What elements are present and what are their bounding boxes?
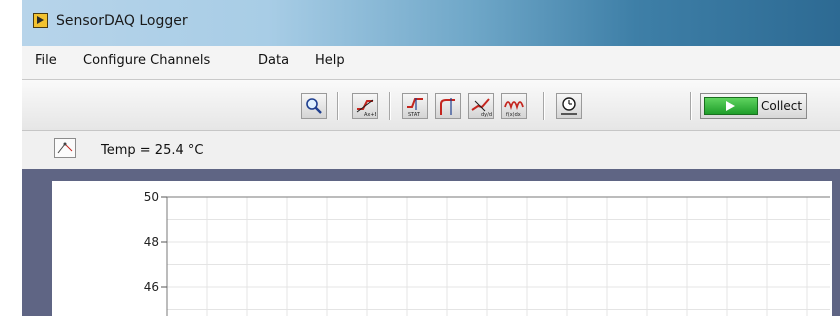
tangent-icon	[440, 98, 455, 115]
y-tick-label: 48	[144, 235, 159, 249]
temperature-graph[interactable]: 50 48 46	[52, 181, 832, 316]
sensor-status-bar: Temp = 25.4 °C	[22, 131, 840, 169]
svg-text:STAT: STAT	[408, 112, 421, 117]
collect-button[interactable]: Collect	[700, 93, 807, 119]
integral-button[interactable]: f(x)dx	[501, 93, 527, 119]
data-collection-button[interactable]	[556, 93, 582, 119]
statistics-button[interactable]: STAT	[402, 93, 428, 119]
svg-text:Ax+B: Ax+B	[364, 112, 376, 117]
tangent-button[interactable]	[435, 93, 461, 119]
menu-file[interactable]: File	[35, 53, 57, 68]
app-window: SensorDAQ Logger File Configure Channels…	[22, 0, 840, 316]
sensor-meter-icon[interactable]	[54, 138, 76, 158]
statistics-icon: STAT	[407, 98, 423, 117]
temperature-readout: Temp = 25.4 °C	[101, 143, 204, 158]
app-icon	[33, 13, 48, 28]
zoom-button[interactable]	[301, 93, 327, 119]
magnifier-zoom-icon	[306, 98, 322, 114]
toolbar-separator	[543, 92, 545, 120]
menu-data[interactable]: Data	[258, 53, 289, 68]
toolbar-separator	[337, 92, 339, 120]
graph-panel[interactable]: 50 48 46	[52, 181, 832, 316]
graph-area: 50 48 46	[22, 169, 840, 316]
menu-configure-channels[interactable]: Configure Channels	[83, 53, 210, 68]
collect-label: Collect	[761, 99, 803, 113]
y-tick-label: 46	[144, 280, 159, 294]
slope-icon: dy/dx	[471, 98, 492, 117]
curve-fit-icon: Ax+B	[356, 99, 376, 117]
title-bar[interactable]: SensorDAQ Logger	[22, 0, 840, 46]
play-icon	[704, 97, 758, 115]
toolbar-separator	[690, 92, 692, 120]
linear-fit-button[interactable]: Ax+B	[352, 93, 378, 119]
menu-help[interactable]: Help	[315, 53, 345, 68]
menu-bar: File Configure Channels Data Help	[22, 46, 840, 80]
svg-text:dy/dx: dy/dx	[481, 112, 492, 117]
integral-icon: f(x)dx	[504, 101, 524, 117]
svg-text:f(x)dx: f(x)dx	[506, 112, 521, 117]
clock-data-collection-icon	[561, 97, 577, 115]
toolbar-separator	[389, 92, 391, 120]
toolbar: Ax+B STAT dy/dx	[22, 80, 840, 131]
y-tick-label: 50	[144, 190, 159, 204]
window-title: SensorDAQ Logger	[56, 13, 188, 29]
slope-button[interactable]: dy/dx	[468, 93, 494, 119]
